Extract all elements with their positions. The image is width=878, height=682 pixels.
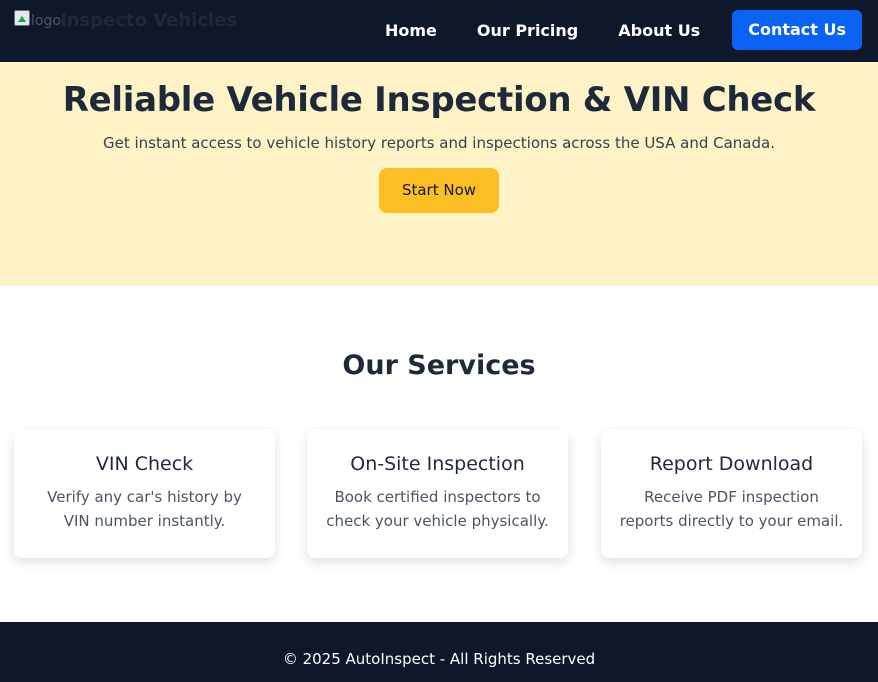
hero-subtitle: Get instant access to vehicle history re… [103, 134, 775, 152]
service-card-vin-check: VIN Check Verify any car's history by VI… [14, 430, 275, 558]
nav-link-home[interactable]: Home [365, 11, 457, 50]
service-card-on-site-inspection: On-Site Inspection Book certified inspec… [307, 430, 568, 558]
service-card-description: Book certified inspectors to check your … [326, 488, 549, 530]
service-card-report-download: Report Download Receive PDF inspection r… [601, 430, 862, 558]
nav-links: Home Our Pricing About Us Contact Us [365, 10, 862, 50]
brand-name[interactable]: Inspecto Vehicles [60, 10, 237, 31]
logo-alt-text: logo [31, 13, 61, 29]
hero-title: Reliable Vehicle Inspection & VIN Check [62, 80, 816, 120]
start-now-button[interactable]: Start Now [379, 168, 499, 213]
service-card-description: Receive PDF inspection reports directly … [619, 488, 844, 530]
broken-image-icon [14, 10, 30, 26]
brand[interactable]: logo [14, 10, 61, 29]
hero-section: Reliable Vehicle Inspection & VIN Check … [0, 62, 878, 286]
service-card-title: VIN Check [95, 453, 194, 475]
footer-copyright: © 2025 AutoInspect - All Rights Reserved [282, 650, 596, 668]
navbar: logo Inspecto Vehicles Home Our Pricing … [0, 0, 878, 62]
service-card-title: Report Download [649, 453, 814, 475]
services-title: Our Services [342, 350, 536, 381]
nav-link-about[interactable]: About Us [598, 11, 720, 50]
service-card-description: Verify any car's history by VIN number i… [47, 488, 242, 530]
contact-us-button[interactable]: Contact Us [732, 10, 862, 50]
service-card-title: On-Site Inspection [350, 453, 525, 475]
nav-link-pricing[interactable]: Our Pricing [457, 11, 598, 50]
footer: © 2025 AutoInspect - All Rights Reserved [0, 622, 878, 682]
